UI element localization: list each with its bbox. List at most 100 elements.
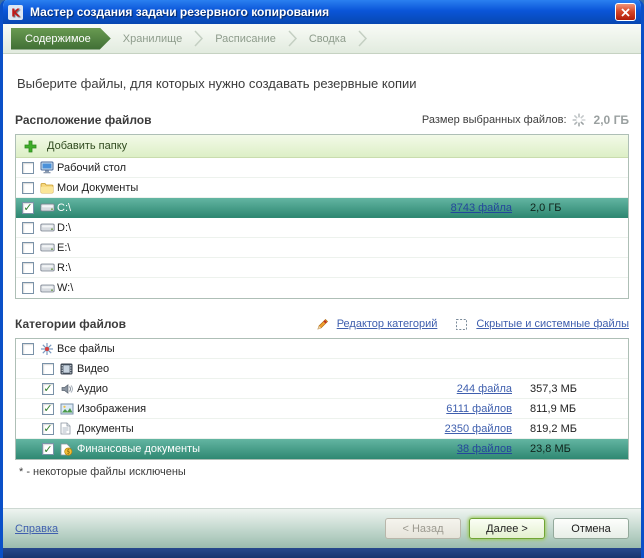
- back-button[interactable]: < Назад: [385, 518, 461, 539]
- file-categories-list: Все файлы Видео ✓ Аудио 244 файла 357,3 МБ ✓ Из…: [15, 338, 629, 460]
- location-row[interactable]: W:\: [16, 278, 628, 298]
- drive-icon: [40, 222, 57, 233]
- checkbox-unchecked[interactable]: [22, 241, 34, 254]
- checkbox-checked[interactable]: ✓: [22, 201, 34, 214]
- video-icon: [60, 363, 77, 375]
- footer-bar: Справка < Назад Далее > Отмена: [3, 508, 641, 548]
- checkbox-unchecked[interactable]: [22, 221, 34, 234]
- locations-section-title: Расположение файлов: [15, 113, 152, 127]
- row-label: Аудио: [77, 382, 109, 395]
- checkbox-checked[interactable]: ✓: [42, 382, 54, 395]
- category-row[interactable]: Видео: [16, 359, 628, 379]
- row-label: W:\: [57, 282, 74, 294]
- dashed-selection-icon: [455, 318, 472, 331]
- category-row[interactable]: ✓ $ Финансовые документы 38 файлов 23,8 МБ: [16, 439, 628, 459]
- chevron-separator-icon: [194, 30, 204, 47]
- checkbox-unchecked[interactable]: [22, 161, 34, 174]
- row-label: Все файлы: [57, 342, 115, 355]
- all-icon: [40, 342, 57, 356]
- audio-icon: [60, 383, 77, 395]
- category-row[interactable]: ✓ Изображения 6111 файлов 811,9 МБ: [16, 399, 628, 419]
- svg-text:$: $: [66, 448, 70, 455]
- size-value: 819,2 МБ: [530, 422, 577, 435]
- plus-icon: [24, 140, 41, 153]
- hidden-system-files-link[interactable]: Скрытые и системные файлы: [455, 318, 629, 331]
- location-row[interactable]: R:\: [16, 258, 628, 278]
- checkbox-unchecked[interactable]: [22, 342, 34, 355]
- categories-section-title: Категории файлов: [15, 317, 127, 331]
- location-row[interactable]: D:\: [16, 218, 628, 238]
- next-button[interactable]: Далее >: [469, 518, 545, 539]
- row-label: Финансовые документы: [77, 443, 200, 455]
- row-label: Видео: [77, 362, 110, 375]
- add-folder-label: Добавить папку: [47, 140, 128, 152]
- row-label: Мои Документы: [57, 181, 139, 194]
- location-rows: Рабочий стол Мои Документы ✓ C:\ 8743 файла 2…: [16, 158, 628, 298]
- selected-size-label: Размер выбранных файлов:: [421, 114, 567, 126]
- row-label: Рабочий стол: [57, 161, 127, 174]
- drive-icon: [40, 242, 57, 253]
- location-row[interactable]: ✓ C:\ 8743 файла 2,0 ГБ: [16, 198, 628, 218]
- images-icon: [60, 403, 77, 415]
- file-count-link[interactable]: 2350 файлов: [400, 423, 512, 435]
- pencil-icon: [316, 318, 333, 331]
- drive-icon: [40, 202, 57, 213]
- location-row[interactable]: Рабочий стол: [16, 158, 628, 178]
- checkbox-checked[interactable]: ✓: [42, 422, 54, 435]
- checkbox-unchecked[interactable]: [22, 282, 34, 294]
- size-value: 811,9 МБ: [530, 402, 577, 415]
- wizard-content: Выберите файлы, для которых нужно создав…: [3, 54, 641, 508]
- category-editor-link[interactable]: Редактор категорий: [316, 318, 437, 331]
- spinner-icon: [571, 113, 589, 127]
- file-count-link[interactable]: 8743 файла: [400, 202, 512, 214]
- checkbox-unchecked[interactable]: [22, 181, 34, 194]
- desktop-icon: [40, 161, 57, 174]
- wizard-window: K Мастер создания задачи резервного копи…: [0, 0, 644, 558]
- tab-storage-step[interactable]: Хранилище: [111, 33, 194, 45]
- wizard-steps: Содержимое Хранилище Расписание Сводка: [3, 24, 641, 54]
- checkbox-checked[interactable]: ✓: [42, 402, 54, 415]
- row-label: C:\: [57, 201, 72, 214]
- category-row[interactable]: ✓ Документы 2350 файлов 819,2 МБ: [16, 419, 628, 439]
- file-count-link[interactable]: 244 файла: [400, 383, 512, 395]
- close-button[interactable]: [615, 3, 636, 21]
- drive-icon: [40, 283, 57, 294]
- category-rows: Все файлы Видео ✓ Аудио 244 файла 357,3 МБ ✓ Из…: [16, 339, 628, 459]
- row-label: D:\: [57, 221, 72, 234]
- svg-text:K: K: [11, 6, 20, 19]
- category-row[interactable]: ✓ Аудио 244 файла 357,3 МБ: [16, 379, 628, 399]
- page-title: Выберите файлы, для которых нужно создав…: [17, 76, 417, 91]
- add-folder-button[interactable]: Добавить папку: [16, 135, 628, 158]
- chevron-separator-icon: [288, 30, 297, 47]
- checkbox-unchecked[interactable]: [22, 261, 34, 274]
- row-label: Документы: [77, 422, 134, 435]
- app-icon: K: [8, 4, 25, 20]
- window-title: Мастер создания задачи резервного копиро…: [30, 5, 330, 19]
- chevron-separator-icon: [358, 30, 367, 47]
- file-count-link[interactable]: 38 файлов: [400, 443, 512, 455]
- file-locations-list: Добавить папку Рабочий стол Мои Документы…: [15, 134, 629, 299]
- category-row[interactable]: Все файлы: [16, 339, 628, 359]
- finance-icon: $: [60, 443, 77, 456]
- docs-icon: [60, 422, 77, 435]
- help-link[interactable]: Справка: [15, 523, 58, 535]
- size-value: 2,0 ГБ: [530, 201, 562, 214]
- row-label: Изображения: [77, 402, 147, 415]
- tab-schedule-step[interactable]: Расписание: [203, 33, 288, 45]
- drive-icon: [40, 262, 57, 273]
- selected-size-value: 2,0 ГБ: [593, 113, 629, 127]
- cancel-button[interactable]: Отмена: [553, 518, 629, 539]
- title-bar[interactable]: K Мастер создания задачи резервного копи…: [3, 0, 641, 24]
- excluded-files-footnote: * - некоторые файлы исключены: [19, 466, 186, 478]
- size-value: 357,3 МБ: [530, 382, 577, 395]
- location-row[interactable]: E:\: [16, 238, 628, 258]
- file-count-link[interactable]: 6111 файлов: [400, 403, 512, 415]
- checkbox-checked[interactable]: ✓: [42, 443, 54, 455]
- tab-content-step[interactable]: Содержимое: [11, 28, 111, 50]
- tab-summary-step[interactable]: Сводка: [297, 33, 358, 45]
- size-value: 23,8 МБ: [530, 443, 571, 455]
- row-label: E:\: [57, 241, 71, 254]
- location-row[interactable]: Мои Документы: [16, 178, 628, 198]
- taskbar-edge: [3, 548, 641, 558]
- checkbox-unchecked[interactable]: [42, 362, 54, 375]
